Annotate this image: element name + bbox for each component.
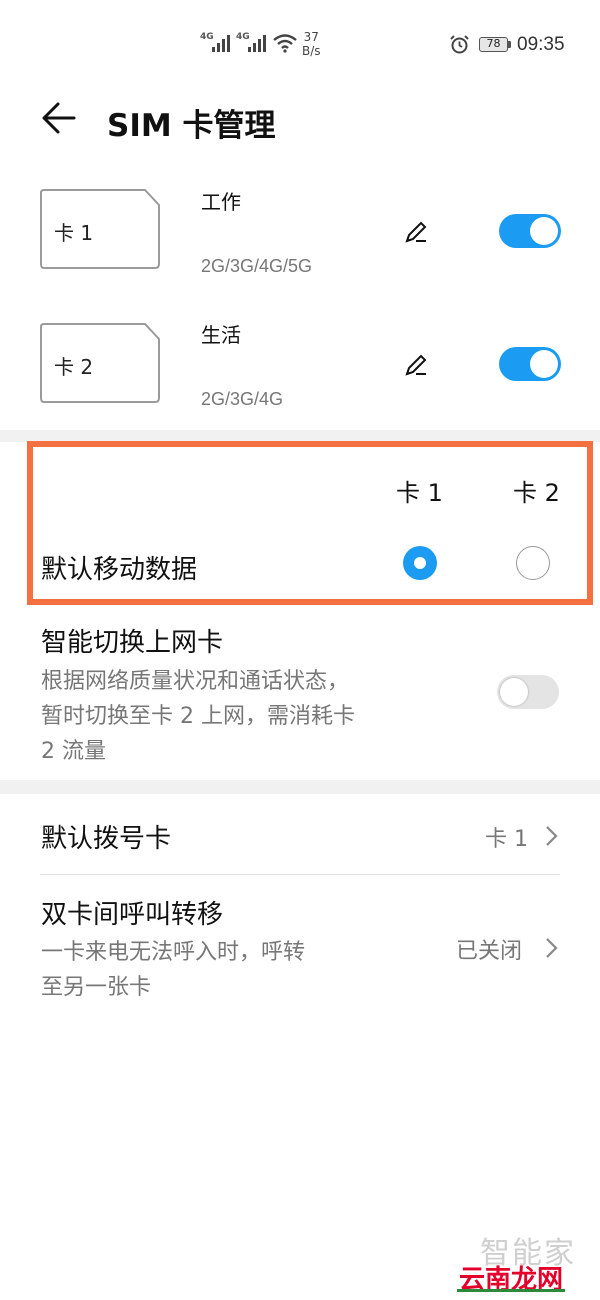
radio-card2[interactable] [516, 546, 550, 580]
default-mobile-data-label: 默认移动数据 [41, 555, 198, 585]
smart-switch-toggle[interactable] [497, 675, 559, 709]
network-speed-unit: B/s [302, 44, 321, 58]
battery-tip [508, 41, 511, 48]
column-header-card2: 卡 2 [513, 479, 560, 507]
call-forward-desc-line-1: 一卡来电无法呼入时，呼转 [41, 940, 306, 965]
sim-card-icon: 卡 1 [40, 189, 160, 269]
call-forward-title: 双卡间呼叫转移 [41, 900, 224, 930]
back-arrow-icon[interactable] [40, 100, 78, 136]
edit-pencil-icon[interactable] [404, 220, 428, 244]
sim-name: 工作 [201, 190, 241, 214]
default-dial-label: 默认拨号卡 [41, 824, 172, 854]
column-header-card1: 卡 1 [396, 479, 443, 507]
call-forward-value: 已关闭 [456, 939, 523, 964]
edit-pencil-icon[interactable] [404, 353, 428, 377]
alarm-icon [450, 35, 469, 54]
smart-switch-desc-line-3: 2 流量 [41, 739, 106, 764]
row-divider [40, 874, 560, 875]
call-forward-desc-line-2: 至另一张卡 [41, 975, 152, 1000]
smart-switch-desc-line-1: 根据网络质量状况和通话状态， [41, 669, 350, 694]
sim-enable-toggle[interactable] [499, 214, 561, 248]
sim-name: 生活 [201, 323, 241, 347]
sim-enable-toggle[interactable] [499, 347, 561, 381]
battery-icon: 78 [479, 37, 508, 52]
sim-network-types: 2G/3G/4G [201, 389, 284, 409]
section-divider [0, 780, 600, 794]
watermark-logo: 云南龙网 [457, 1259, 565, 1295]
network-speed-value: 37 [303, 30, 319, 44]
sim-card-label: 卡 2 [54, 355, 94, 379]
sim-card-icon: 卡 2 [40, 323, 160, 403]
signal-strength-icon [212, 34, 232, 52]
smart-switch-title: 智能切换上网卡 [41, 628, 224, 658]
radio-card1-selected[interactable] [403, 546, 437, 580]
chevron-right-icon [546, 938, 558, 958]
signal-strength-icon [248, 34, 268, 52]
wifi-icon [273, 34, 297, 53]
sim-card-label: 卡 1 [54, 221, 94, 245]
sim-network-types: 2G/3G/4G/5G [201, 256, 313, 276]
default-dial-value: 卡 1 [485, 827, 528, 852]
chevron-right-icon [546, 826, 558, 846]
page-title: SIM 卡管理 [107, 108, 276, 144]
smart-switch-desc-line-2: 暂时切换至卡 2 上网，需消耗卡 [41, 704, 355, 729]
network-speed: 37 B/s [302, 30, 321, 58]
clock: 09:35 [517, 34, 565, 55]
